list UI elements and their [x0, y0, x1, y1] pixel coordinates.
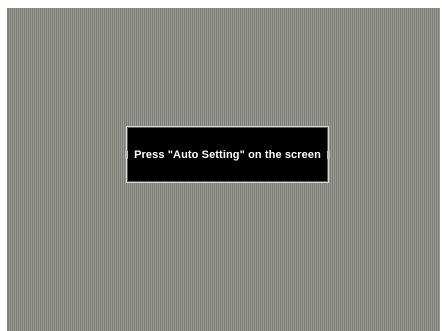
- osd-message-box: Press "Auto Setting" on the screen: [125, 126, 330, 183]
- osd-message-text: Press "Auto Setting" on the screen: [134, 148, 321, 161]
- screen-left-edge: [7, 8, 8, 331]
- display-frame: Press "Auto Setting" on the screen: [0, 0, 442, 331]
